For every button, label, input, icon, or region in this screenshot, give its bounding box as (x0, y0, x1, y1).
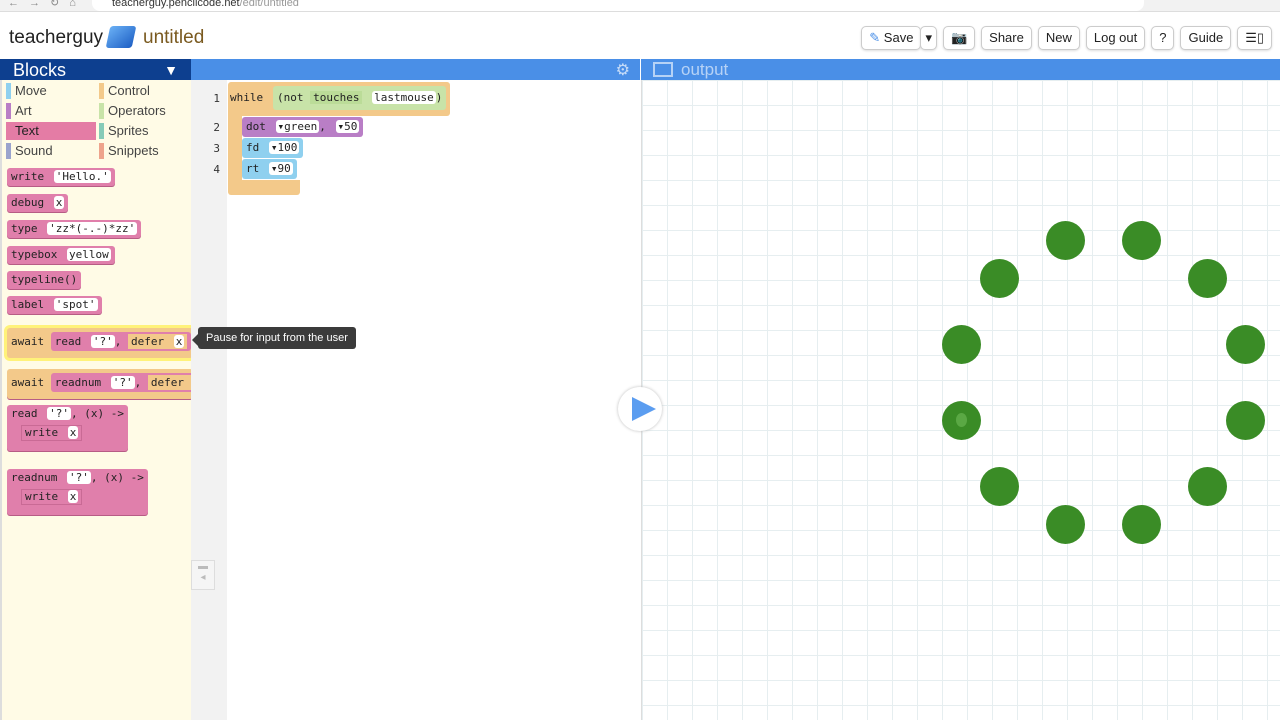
pencil-icon: ✎ (869, 30, 881, 45)
username[interactable]: teacherguy (9, 27, 103, 49)
palette-block-debug[interactable]: debug x (7, 194, 69, 212)
line-number: 4 (213, 163, 220, 176)
line-number: 2 (213, 121, 220, 134)
category-sound[interactable]: Sound (6, 142, 96, 160)
share-button[interactable]: Share (981, 26, 1032, 50)
layout-toggle-button[interactable]: ☰▯ (1237, 26, 1272, 50)
green-dot (1046, 221, 1085, 260)
folder-icon[interactable] (105, 26, 137, 48)
line-number: 3 (213, 142, 220, 155)
palette-block-await[interactable]: await readnum '?', defer x (7, 369, 193, 399)
tooltip: Pause for input from the user (192, 327, 356, 349)
dot-block[interactable]: dot ▾green, ▾50 (242, 117, 364, 137)
palette-block-await[interactable]: await read '?', defer x (7, 328, 193, 358)
palette-block-label[interactable]: label 'spot' (7, 296, 102, 314)
green-dot (980, 259, 1019, 298)
palette-block-type[interactable]: type 'zz*(-.-)*zz' (7, 220, 142, 238)
while-keyword[interactable]: while (226, 88, 267, 108)
category-control[interactable]: Control (99, 82, 189, 100)
save-dropdown-button[interactable]: ▾ (920, 26, 937, 50)
green-dot (980, 467, 1019, 506)
palette-block-write[interactable]: write 'Hello.' (7, 168, 115, 186)
rt-dropdown[interactable]: ▾90 (268, 162, 293, 175)
green-dot (1226, 401, 1265, 440)
category-move[interactable]: Move (6, 82, 96, 100)
category-art[interactable]: Art (6, 102, 96, 120)
category-text[interactable]: Text (6, 122, 96, 140)
help-button[interactable]: ? (1151, 26, 1175, 50)
line-number: 1 (213, 92, 220, 105)
gear-icon[interactable]: ⚙ (616, 60, 630, 80)
editor-header: ⚙ (191, 59, 640, 80)
rt-block[interactable]: rt ▾90 (242, 159, 297, 179)
screenshot-button[interactable]: 📷 (942, 26, 976, 50)
fd-block[interactable]: fd ▾100 (242, 138, 304, 158)
output-screen-icon (653, 62, 673, 77)
green-dot (1226, 325, 1265, 364)
output-canvas[interactable] (641, 80, 1280, 720)
fd-dropdown[interactable]: ▾100 (268, 141, 300, 154)
address-field[interactable]: teacherguy.pencilcode.net/edit/untitled (92, 0, 1144, 11)
palette-block-readnum[interactable]: readnum '?', (x) -> write x (7, 469, 148, 515)
palette-block-typeline[interactable]: typeline() (7, 271, 82, 289)
new-button[interactable]: New (1037, 26, 1080, 50)
browser-url-bar[interactable]: ←→↻⌂ teacherguy.pencilcode.net/edit/unti… (0, 0, 1280, 12)
green-dot (1122, 505, 1161, 544)
category-sprites[interactable]: Sprites (99, 122, 189, 140)
green-dot (1122, 221, 1161, 260)
filename[interactable]: untitled (143, 27, 204, 49)
green-dot (1046, 505, 1085, 544)
block-palette: Move Control Art Operators Text Sprites Sound S… (0, 80, 193, 720)
while-block-body (228, 110, 242, 186)
category-snippets[interactable]: Snippets (99, 142, 189, 160)
palette-block-read[interactable]: read '?', (x) -> write x (7, 405, 128, 451)
green-dot (942, 325, 981, 364)
palette-drag-handle[interactable]: ▬ ◂ (191, 560, 215, 590)
blocks-header[interactable]: Blocks ▼ (0, 59, 191, 80)
green-dot (1188, 467, 1227, 506)
line-gutter (191, 80, 227, 720)
green-dot (1188, 259, 1227, 298)
color-dropdown[interactable]: ▾green (275, 120, 320, 133)
turtle-icon (956, 413, 967, 427)
palette-block-typebox[interactable]: typebox yellow (7, 246, 115, 264)
turtle-dot (942, 401, 981, 440)
collapse-triangle-icon[interactable]: ▼ (164, 59, 178, 81)
category-operators[interactable]: Operators (99, 102, 189, 120)
panel-icon: ☰▯ (1245, 30, 1264, 45)
app-header: teacherguy untitled ✎ Save ▾ 📷 Share New… (0, 12, 1280, 59)
output-header: output (641, 59, 1280, 80)
guide-button[interactable]: Guide (1180, 26, 1232, 50)
save-button[interactable]: ✎ Save (861, 26, 922, 50)
browser-nav-icons[interactable]: ←→↻⌂ (8, 0, 86, 9)
camera-icon: 📷 (950, 30, 968, 45)
not-condition[interactable]: (not touches lastmouse) (273, 86, 447, 110)
play-button[interactable] (618, 387, 662, 431)
while-block-foot (228, 180, 300, 195)
size-dropdown[interactable]: ▾50 (335, 120, 360, 133)
logout-button[interactable]: Log out (1085, 26, 1146, 50)
